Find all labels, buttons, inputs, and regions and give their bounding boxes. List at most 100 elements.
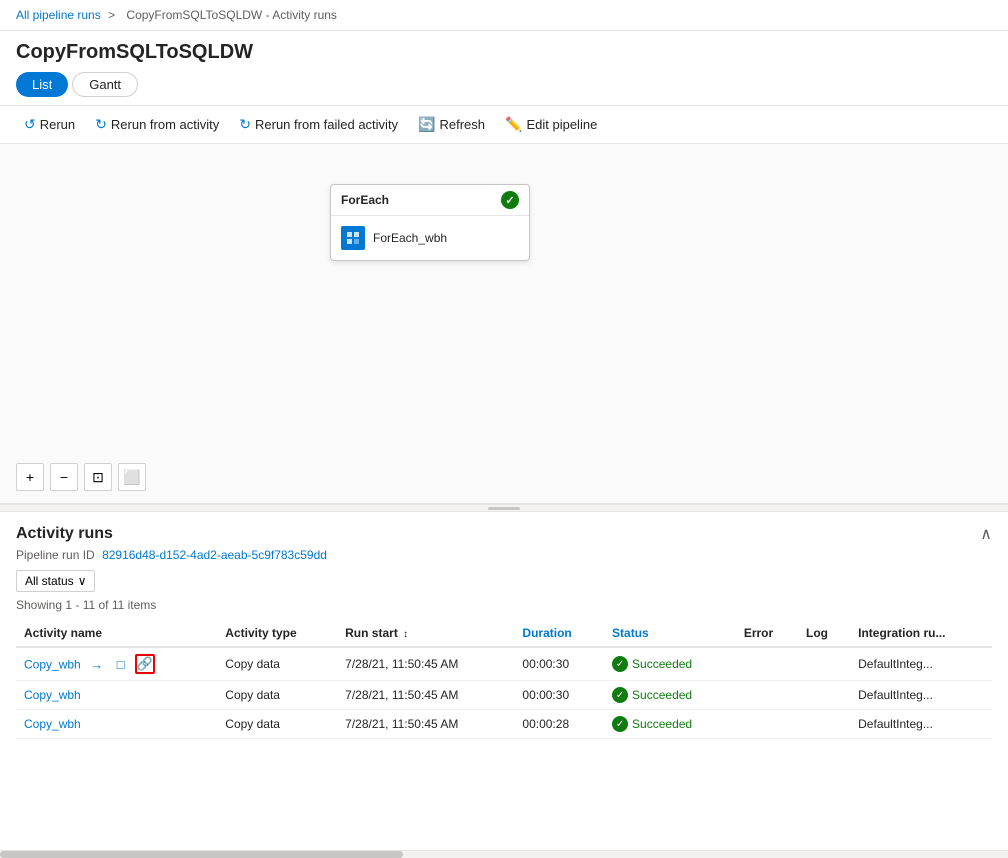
- output-icon[interactable]: □: [111, 654, 131, 674]
- all-pipeline-runs-link[interactable]: All pipeline runs: [16, 8, 101, 22]
- scrollbar-thumb: [0, 851, 403, 858]
- rerun-from-activity-icon: ↻: [95, 116, 107, 133]
- col-activity-name[interactable]: Activity name: [16, 620, 217, 647]
- row-action-icons: →□🔗: [87, 654, 155, 674]
- cell-error: [736, 710, 798, 739]
- cell-log: [798, 710, 850, 739]
- rerun-from-failed-label: Rerun from failed activity: [255, 117, 398, 132]
- reset-button[interactable]: ⬜: [118, 463, 146, 491]
- details-icon[interactable]: 🔗: [135, 654, 155, 674]
- refresh-icon: 🔄: [418, 116, 435, 133]
- cell-status: ✓ Succeeded: [604, 647, 736, 681]
- status-success-icon: ✓: [612, 656, 628, 672]
- cell-activity-name: Copy_wbh →□🔗: [16, 647, 217, 681]
- rerun-from-activity-label: Rerun from activity: [111, 117, 219, 132]
- cell-activity-name: Copy_wbh: [16, 681, 217, 710]
- status-success-icon: ✓: [612, 687, 628, 703]
- rerun-from-failed-button[interactable]: ↻ Rerun from failed activity: [231, 112, 406, 137]
- cell-status: ✓ Succeeded: [604, 710, 736, 739]
- cell-activity-type: Copy data: [217, 681, 337, 710]
- pipeline-canvas: ForEach ✓ ForEach_wbh + − ⊡ ⬜: [0, 144, 1008, 504]
- cell-activity-name: Copy_wbh: [16, 710, 217, 739]
- breadcrumb: All pipeline runs > CopyFromSQLToSQLDW -…: [0, 0, 1008, 31]
- activity-name-link[interactable]: Copy_wbh: [24, 658, 81, 672]
- node-success-icon: ✓: [501, 191, 519, 209]
- activity-runs-section: Activity runs ∧ Pipeline run ID 82916d48…: [0, 512, 1008, 739]
- chevron-down-icon: ∨: [78, 574, 87, 588]
- cell-integration-runtime: DefaultInteg...: [850, 710, 992, 739]
- sort-icon: ↕: [403, 629, 408, 640]
- foreach-node[interactable]: ForEach ✓ ForEach_wbh: [330, 184, 1008, 261]
- cell-error: [736, 647, 798, 681]
- rerun-from-activity-button[interactable]: ↻ Rerun from activity: [87, 112, 227, 137]
- cell-error: [736, 681, 798, 710]
- node-body: ForEach_wbh: [331, 216, 529, 260]
- rerun-icon: ↺: [24, 116, 36, 133]
- horizontal-scrollbar[interactable]: [0, 850, 1008, 858]
- breadcrumb-current: CopyFromSQLToSQLDW - Activity runs: [126, 8, 337, 22]
- collapse-button[interactable]: ∧: [980, 524, 992, 544]
- activity-name-link[interactable]: Copy_wbh: [24, 688, 81, 702]
- edit-pipeline-label: Edit pipeline: [526, 117, 597, 132]
- col-run-start[interactable]: Run start ↕: [337, 620, 514, 647]
- cell-activity-type: Copy data: [217, 647, 337, 681]
- col-log: Log: [798, 620, 850, 647]
- foreach-activity-icon: [341, 226, 365, 250]
- node-title: ForEach: [341, 193, 389, 207]
- rerun-label: Rerun: [40, 117, 75, 132]
- status-filter-label: All status: [25, 574, 74, 588]
- pipeline-run-id-label: Pipeline run ID: [16, 548, 95, 562]
- section-header: Activity runs ∧: [16, 524, 992, 544]
- section-title: Activity runs: [16, 525, 113, 543]
- cell-integration-runtime: DefaultInteg...: [850, 647, 992, 681]
- cell-duration: 00:00:30: [514, 647, 604, 681]
- status-text: Succeeded: [632, 717, 692, 731]
- pipeline-run-id-value[interactable]: 82916d48-d152-4ad2-aeab-5c9f783c59dd: [102, 548, 327, 562]
- foreach-node-box: ForEach ✓ ForEach_wbh: [330, 184, 530, 261]
- table-row: Copy_wbh Copy data7/28/21, 11:50:45 AM00:…: [16, 681, 992, 710]
- status-text: Succeeded: [632, 657, 692, 671]
- status-success-icon: ✓: [612, 716, 628, 732]
- status-text: Succeeded: [632, 688, 692, 702]
- status-filter-button[interactable]: All status ∨: [16, 570, 95, 592]
- table-header-row: Activity name Activity type Run start ↕ …: [16, 620, 992, 647]
- zoom-in-button[interactable]: +: [16, 463, 44, 491]
- cell-run-start: 7/28/21, 11:50:45 AM: [337, 681, 514, 710]
- node-activity-name: ForEach_wbh: [373, 231, 447, 245]
- tab-gantt[interactable]: Gantt: [72, 72, 138, 97]
- pipeline-run-id-row: Pipeline run ID 82916d48-d152-4ad2-aeab-…: [16, 548, 992, 562]
- col-status[interactable]: Status: [604, 620, 736, 647]
- cell-log: [798, 681, 850, 710]
- col-duration[interactable]: Duration: [514, 620, 604, 647]
- resize-bar: [488, 507, 520, 510]
- rerun-button[interactable]: ↺ Rerun: [16, 112, 83, 137]
- edit-pipeline-icon: ✏️: [505, 116, 522, 133]
- breadcrumb-separator: >: [108, 8, 115, 22]
- page-title: CopyFromSQLToSQLDW: [0, 31, 1008, 72]
- table-row: Copy_wbh Copy data7/28/21, 11:50:45 AM00:…: [16, 710, 992, 739]
- col-error: Error: [736, 620, 798, 647]
- cell-duration: 00:00:28: [514, 710, 604, 739]
- count-text: Showing 1 - 11 of 11 items: [16, 598, 992, 612]
- cell-run-start: 7/28/21, 11:50:45 AM: [337, 710, 514, 739]
- zoom-out-button[interactable]: −: [50, 463, 78, 491]
- rerun-from-failed-icon: ↻: [239, 116, 251, 133]
- cell-activity-type: Copy data: [217, 710, 337, 739]
- table-row: Copy_wbh →□🔗 Copy data7/28/21, 11:50:45 AM…: [16, 647, 992, 681]
- canvas-controls: + − ⊡ ⬜: [16, 463, 146, 491]
- resize-handle[interactable]: [0, 504, 1008, 512]
- refresh-button[interactable]: 🔄 Refresh: [410, 112, 493, 137]
- edit-pipeline-button[interactable]: ✏️ Edit pipeline: [497, 112, 605, 137]
- tab-list[interactable]: List: [16, 72, 68, 97]
- cell-duration: 00:00:30: [514, 681, 604, 710]
- fit-button[interactable]: ⊡: [84, 463, 112, 491]
- input-icon[interactable]: →: [87, 654, 107, 674]
- cell-run-start: 7/28/21, 11:50:45 AM: [337, 647, 514, 681]
- activity-runs-table: Activity name Activity type Run start ↕ …: [16, 620, 992, 739]
- activity-name-link[interactable]: Copy_wbh: [24, 717, 81, 731]
- cell-log: [798, 647, 850, 681]
- toolbar: ↺ Rerun ↻ Rerun from activity ↻ Rerun fr…: [0, 105, 1008, 144]
- filter-row: All status ∨: [16, 570, 992, 592]
- col-integration-runtime: Integration ru...: [850, 620, 992, 647]
- refresh-label: Refresh: [440, 117, 486, 132]
